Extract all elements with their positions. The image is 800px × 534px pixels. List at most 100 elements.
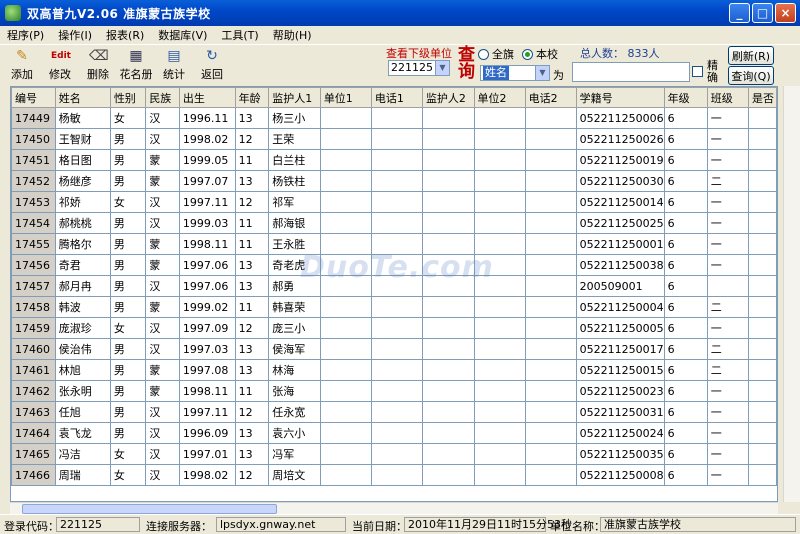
close-icon[interactable]: ×	[775, 3, 796, 23]
table-cell[interactable]	[370, 191, 423, 213]
table-cell[interactable]: 1997.08	[178, 359, 236, 381]
vertical-scrollbar[interactable]	[783, 86, 800, 502]
table-cell[interactable]	[473, 401, 526, 423]
table-cell[interactable]: 1997.03	[178, 338, 236, 360]
table-cell[interactable]: 17455	[11, 233, 56, 255]
table-cell[interactable]: 张永明	[54, 380, 111, 402]
table-cell[interactable]: 052211250023	[575, 380, 665, 402]
table-cell[interactable]	[747, 191, 777, 213]
table-cell[interactable]: 052211250005	[575, 317, 665, 339]
table-cell[interactable]: 一	[706, 317, 749, 339]
table-cell[interactable]	[370, 401, 423, 423]
table-cell[interactable]	[319, 170, 372, 192]
table-cell[interactable]: 6	[663, 380, 708, 402]
edit-button[interactable]: Edit 修改	[44, 47, 76, 83]
table-cell[interactable]: 庞淑珍	[54, 317, 111, 339]
table-cell[interactable]	[747, 380, 777, 402]
table-cell[interactable]: 6	[663, 107, 708, 129]
table-cell[interactable]: 17453	[11, 191, 56, 213]
column-header[interactable]: 班级	[706, 87, 749, 108]
table-cell[interactable]	[319, 401, 372, 423]
table-row[interactable]: 17455 腾格尔男蒙 1998.11 11 王永胜 052211250001 6 一	[11, 233, 777, 255]
table-cell[interactable]	[319, 212, 372, 234]
table-cell[interactable]	[421, 149, 475, 171]
table-row[interactable]: 17449 杨敏女汉 1996.11 13 杨三小 052211250006 6 一	[11, 107, 777, 129]
table-cell[interactable]: 17463	[11, 401, 56, 423]
table-cell[interactable]: 汉	[145, 107, 180, 129]
table-cell[interactable]: 1997.09	[178, 317, 236, 339]
table-cell[interactable]	[747, 422, 777, 444]
table-cell[interactable]	[370, 149, 423, 171]
student-grid[interactable]: 编号 姓名 性别 民族 出生 年龄 监护人1 单位1 电话1 监护人2 单位2 电话2 学籍号 年级 班级是…	[10, 86, 778, 502]
table-cell[interactable]: 17454	[11, 212, 56, 234]
table-cell[interactable]: 王永胜	[268, 233, 321, 255]
table-cell[interactable]	[319, 128, 372, 150]
table-cell[interactable]: 6	[663, 170, 708, 192]
table-cell[interactable]: 任永宽	[268, 401, 321, 423]
table-cell[interactable]: 庞三小	[268, 317, 321, 339]
table-cell[interactable]	[473, 212, 526, 234]
table-cell[interactable]: 林海	[268, 359, 321, 381]
table-cell[interactable]: 6	[663, 422, 708, 444]
menu-database[interactable]: 数据库(V)	[151, 27, 214, 43]
table-cell[interactable]: 6	[663, 317, 708, 339]
column-header[interactable]: 监护人2	[421, 87, 475, 108]
table-cell[interactable]	[747, 275, 777, 297]
table-cell[interactable]: 蒙	[145, 254, 180, 276]
roster-button[interactable]: ▦ 花名册	[118, 47, 154, 83]
table-cell[interactable]: 格日图	[54, 149, 111, 171]
table-cell[interactable]	[524, 233, 577, 255]
table-cell[interactable]	[524, 380, 577, 402]
table-cell[interactable]	[524, 422, 577, 444]
table-cell[interactable]	[370, 464, 423, 486]
table-cell[interactable]	[421, 254, 475, 276]
table-cell[interactable]: 蒙	[145, 233, 180, 255]
column-header[interactable]: 是否	[747, 87, 777, 108]
table-cell[interactable]: 13	[234, 359, 270, 381]
table-cell[interactable]	[370, 422, 423, 444]
table-cell[interactable]	[421, 107, 475, 129]
table-cell[interactable]: 13	[234, 338, 270, 360]
table-cell[interactable]: 女	[109, 191, 147, 213]
table-row[interactable]: 17457 郝月冉男汉 1997.06 13 郝勇 200509001 6	[11, 275, 777, 297]
table-cell[interactable]	[747, 254, 777, 276]
table-cell[interactable]	[370, 296, 423, 318]
table-cell[interactable]: 蒙	[145, 296, 180, 318]
table-cell[interactable]	[319, 338, 372, 360]
table-cell[interactable]	[473, 296, 526, 318]
table-cell[interactable]: 二	[706, 170, 749, 192]
table-cell[interactable]	[370, 233, 423, 255]
table-cell[interactable]	[319, 254, 372, 276]
table-cell[interactable]: 一	[706, 422, 749, 444]
horizontal-scrollbar[interactable]	[10, 502, 778, 514]
back-button[interactable]: ↻ 返回	[196, 47, 228, 83]
table-cell[interactable]: 蒙	[145, 380, 180, 402]
table-cell[interactable]: 一	[706, 233, 749, 255]
table-cell[interactable]: 6	[663, 212, 708, 234]
table-cell[interactable]: 1996.09	[178, 422, 236, 444]
table-cell[interactable]: 12	[234, 401, 270, 423]
table-cell[interactable]: 17451	[11, 149, 56, 171]
table-cell[interactable]: 6	[663, 191, 708, 213]
table-cell[interactable]	[524, 149, 577, 171]
table-cell[interactable]: 17462	[11, 380, 56, 402]
table-cell[interactable]	[524, 191, 577, 213]
table-cell[interactable]	[524, 401, 577, 423]
column-header[interactable]: 民族	[145, 87, 180, 108]
table-cell[interactable]: 男	[109, 149, 147, 171]
table-row[interactable]: 17459 庞淑珍女汉 1997.09 12 庞三小 052211250005 6 一	[11, 317, 777, 339]
table-cell[interactable]: 052211250015	[575, 359, 665, 381]
table-cell[interactable]: 052211250026	[575, 128, 665, 150]
table-cell[interactable]: 17458	[11, 296, 56, 318]
table-cell[interactable]	[319, 296, 372, 318]
table-cell[interactable]: 一	[706, 254, 749, 276]
table-cell[interactable]	[473, 359, 526, 381]
menu-report[interactable]: 报表(R)	[99, 27, 151, 43]
table-cell[interactable]	[421, 338, 475, 360]
table-row[interactable]: 17466 周瑞女汉 1998.02 12 周培文 052211250008 6 一	[11, 464, 777, 486]
chevron-down-icon[interactable]: ▼	[435, 61, 449, 75]
table-cell[interactable]	[473, 317, 526, 339]
column-header[interactable]: 单位2	[473, 87, 526, 108]
table-cell[interactable]: 祁军	[268, 191, 321, 213]
table-cell[interactable]: 女	[109, 317, 147, 339]
